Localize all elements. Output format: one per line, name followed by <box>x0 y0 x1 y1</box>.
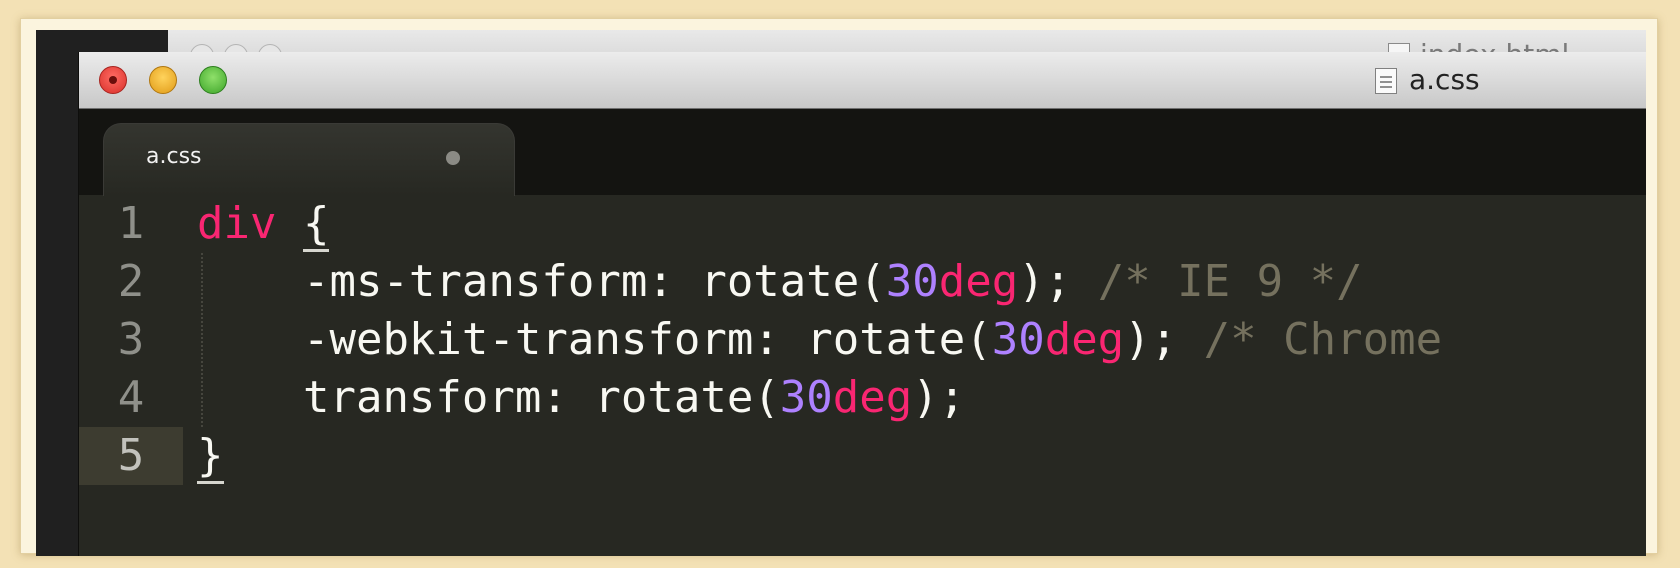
line-number: 3 <box>117 314 145 365</box>
close-brace-token: } <box>197 430 224 484</box>
tab-a-css[interactable]: a.css <box>103 123 515 196</box>
code-text: transform: rotate(30deg); <box>197 369 965 427</box>
number-token: 30 <box>885 256 939 307</box>
editor-window: a.css a.css 1 div { 2 -ms-transform: rot… <box>78 52 1646 556</box>
property-token: -webkit-transform: rotate( <box>302 314 992 365</box>
file-icon <box>1375 68 1397 94</box>
code-text: -webkit-transform: rotate(30deg); /* Chr… <box>197 311 1442 369</box>
minimize-button[interactable] <box>149 66 177 94</box>
selector-token: div <box>197 198 277 249</box>
punct-token: ); <box>1018 256 1072 307</box>
unit-token: deg <box>832 372 913 423</box>
open-brace-token: { <box>302 198 330 252</box>
code-line[interactable]: 1 div { <box>79 195 1646 253</box>
number-token: 30 <box>779 372 833 423</box>
zoom-button[interactable] <box>199 66 227 94</box>
tab-label: a.css <box>146 144 202 169</box>
code-editor[interactable]: 1 div { 2 -ms-transform: rotate(30deg); … <box>79 195 1646 556</box>
unit-token: deg <box>938 256 1019 307</box>
code-text: div { <box>197 195 330 253</box>
comment-token: /* Chrome <box>1177 314 1443 365</box>
line-number: 2 <box>117 256 145 307</box>
line-number: 1 <box>117 198 145 249</box>
punct-token: ); <box>1124 314 1178 365</box>
unit-token: deg <box>1044 314 1125 365</box>
tab-bar: a.css <box>79 109 1646 196</box>
title-bar[interactable]: a.css <box>79 52 1646 109</box>
punct-token: ); <box>912 372 966 423</box>
screenshot: index.html a.css a.css 1 div { <box>36 30 1646 556</box>
number-token: 30 <box>991 314 1045 365</box>
unsaved-dot-icon[interactable] <box>446 151 460 165</box>
comment-token: /* IE 9 */ <box>1071 256 1363 307</box>
line-number: 5 <box>79 427 183 485</box>
code-line-current[interactable]: 5 } <box>79 427 1646 485</box>
code-text: } <box>197 427 224 485</box>
code-line[interactable]: 4 transform: rotate(30deg); <box>79 369 1646 427</box>
code-line[interactable]: 2 -ms-transform: rotate(30deg); /* IE 9 … <box>79 253 1646 311</box>
property-token: transform: rotate( <box>302 372 780 423</box>
code-line[interactable]: 3 -webkit-transform: rotate(30deg); /* C… <box>79 311 1646 369</box>
window-title-text: a.css <box>1409 63 1480 96</box>
code-text: -ms-transform: rotate(30deg); /* IE 9 */ <box>197 253 1363 311</box>
line-number: 4 <box>117 372 145 423</box>
close-button[interactable] <box>99 66 127 94</box>
window-title: a.css <box>1375 62 1480 98</box>
property-token: -ms-transform: rotate( <box>302 256 886 307</box>
